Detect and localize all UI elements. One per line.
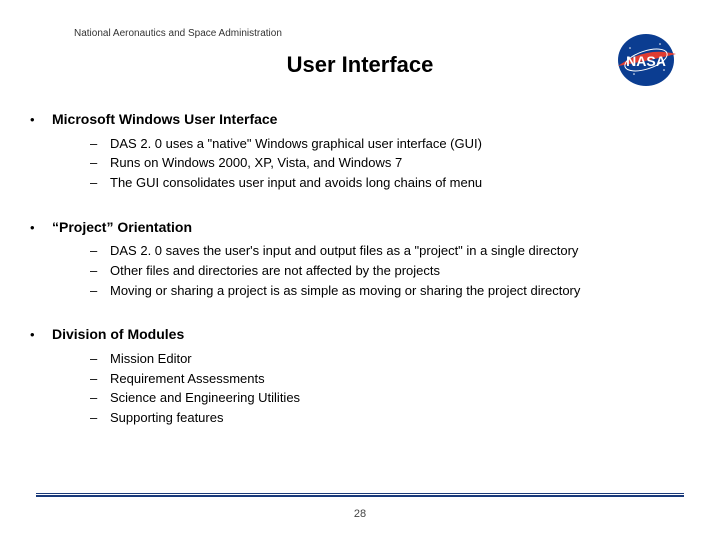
slide: National Aeronautics and Space Administr… — [0, 0, 720, 540]
slide-body: • Microsoft Windows User Interface –DAS … — [30, 110, 690, 452]
list-item-text: The GUI consolidates user input and avoi… — [110, 174, 482, 192]
list-item-text: Other files and directories are not affe… — [110, 262, 440, 280]
list-item: –Mission Editor — [90, 350, 690, 368]
list-item: –Science and Engineering Utilities — [90, 389, 690, 407]
dash-icon: – — [90, 350, 110, 368]
list-item-text: Mission Editor — [110, 350, 192, 368]
section-heading: “Project” Orientation — [52, 218, 192, 237]
page-number: 28 — [0, 508, 720, 520]
section-heading: Division of Modules — [52, 325, 184, 344]
bullet-icon: • — [30, 326, 52, 344]
footer-divider — [36, 493, 684, 496]
list-item: –Supporting features — [90, 409, 690, 427]
dash-icon: – — [90, 154, 110, 172]
bullet-icon: • — [30, 219, 52, 237]
nasa-logo-text: NASA — [626, 53, 666, 69]
list-item-text: Moving or sharing a project is as simple… — [110, 282, 580, 300]
header-organization: National Aeronautics and Space Administr… — [74, 28, 282, 39]
bullet-icon: • — [30, 111, 52, 129]
list-item: –Other files and directories are not aff… — [90, 262, 690, 280]
list-item: –DAS 2. 0 saves the user's input and out… — [90, 242, 690, 260]
dash-icon: – — [90, 242, 110, 260]
list-item-text: Requirement Assessments — [110, 370, 265, 388]
dash-icon: – — [90, 409, 110, 427]
nasa-logo-icon: NASA — [612, 32, 680, 88]
dash-icon: – — [90, 262, 110, 280]
list-item-text: Supporting features — [110, 409, 223, 427]
list-item: –The GUI consolidates user input and avo… — [90, 174, 690, 192]
section-2: • “Project” Orientation –DAS 2. 0 saves … — [30, 218, 690, 300]
section-3: • Division of Modules –Mission Editor –R… — [30, 325, 690, 426]
list-item-text: Science and Engineering Utilities — [110, 389, 300, 407]
list-item-text: Runs on Windows 2000, XP, Vista, and Win… — [110, 154, 402, 172]
list-item: –Moving or sharing a project is as simpl… — [90, 282, 690, 300]
dash-icon: – — [90, 282, 110, 300]
list-item-text: DAS 2. 0 uses a "native" Windows graphic… — [110, 135, 482, 153]
dash-icon: – — [90, 174, 110, 192]
dash-icon: – — [90, 370, 110, 388]
list-item: –Requirement Assessments — [90, 370, 690, 388]
dash-icon: – — [90, 135, 110, 153]
dash-icon: – — [90, 389, 110, 407]
list-item: –DAS 2. 0 uses a "native" Windows graphi… — [90, 135, 690, 153]
section-heading: Microsoft Windows User Interface — [52, 110, 277, 129]
list-item-text: DAS 2. 0 saves the user's input and outp… — [110, 242, 578, 260]
section-1: • Microsoft Windows User Interface –DAS … — [30, 110, 690, 192]
list-item: –Runs on Windows 2000, XP, Vista, and Wi… — [90, 154, 690, 172]
